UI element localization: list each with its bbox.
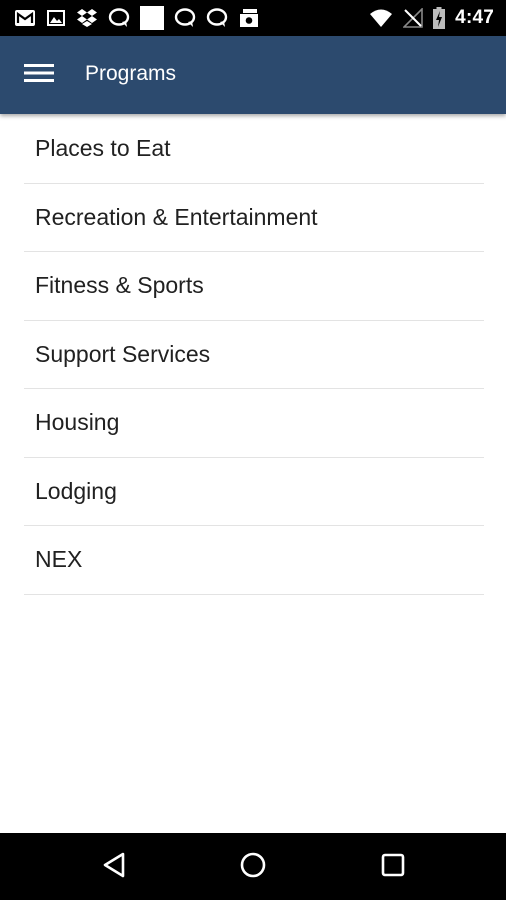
status-bar: 4:47 — [0, 0, 506, 36]
photo-stack-icon — [238, 8, 260, 28]
system-icons: 4:47 — [369, 6, 494, 30]
navigation-bar — [0, 833, 506, 900]
recents-button[interactable] — [375, 849, 411, 885]
hamburger-menu-icon — [24, 63, 54, 88]
dropbox-icon — [76, 8, 98, 28]
home-icon — [239, 851, 267, 884]
list-item-places-to-eat[interactable]: Places to Eat — [24, 115, 484, 184]
gallery-icon — [46, 8, 66, 28]
no-signal-icon — [403, 8, 423, 28]
list-item-recreation-entertainment[interactable]: Recreation & Entertainment — [24, 184, 484, 252]
app-bar: Programs — [0, 36, 506, 114]
white-square-icon — [140, 6, 164, 30]
chat-bubble-icon — [108, 8, 130, 28]
chat-bubble-icon — [206, 8, 228, 28]
hamburger-menu-button[interactable] — [20, 59, 58, 91]
programs-list: Places to Eat Recreation & Entertainment… — [24, 115, 484, 595]
status-clock: 4:47 — [455, 7, 494, 28]
notification-icons — [14, 6, 260, 30]
recents-icon — [380, 852, 406, 883]
gmail-icon — [14, 8, 36, 28]
page-title: Programs — [85, 62, 177, 85]
home-button[interactable] — [235, 849, 271, 885]
list-item-support-services[interactable]: Support Services — [24, 321, 484, 389]
battery-charging-icon — [433, 7, 446, 29]
list-item-fitness-sports[interactable]: Fitness & Sports — [24, 252, 484, 321]
list-item-lodging[interactable]: Lodging — [24, 458, 484, 526]
list-item-housing[interactable]: Housing — [24, 389, 484, 458]
back-button[interactable] — [96, 849, 132, 885]
chat-bubble-icon — [174, 8, 196, 28]
wifi-icon — [369, 8, 393, 28]
back-icon — [101, 851, 127, 884]
list-item-nex[interactable]: NEX — [24, 526, 484, 595]
